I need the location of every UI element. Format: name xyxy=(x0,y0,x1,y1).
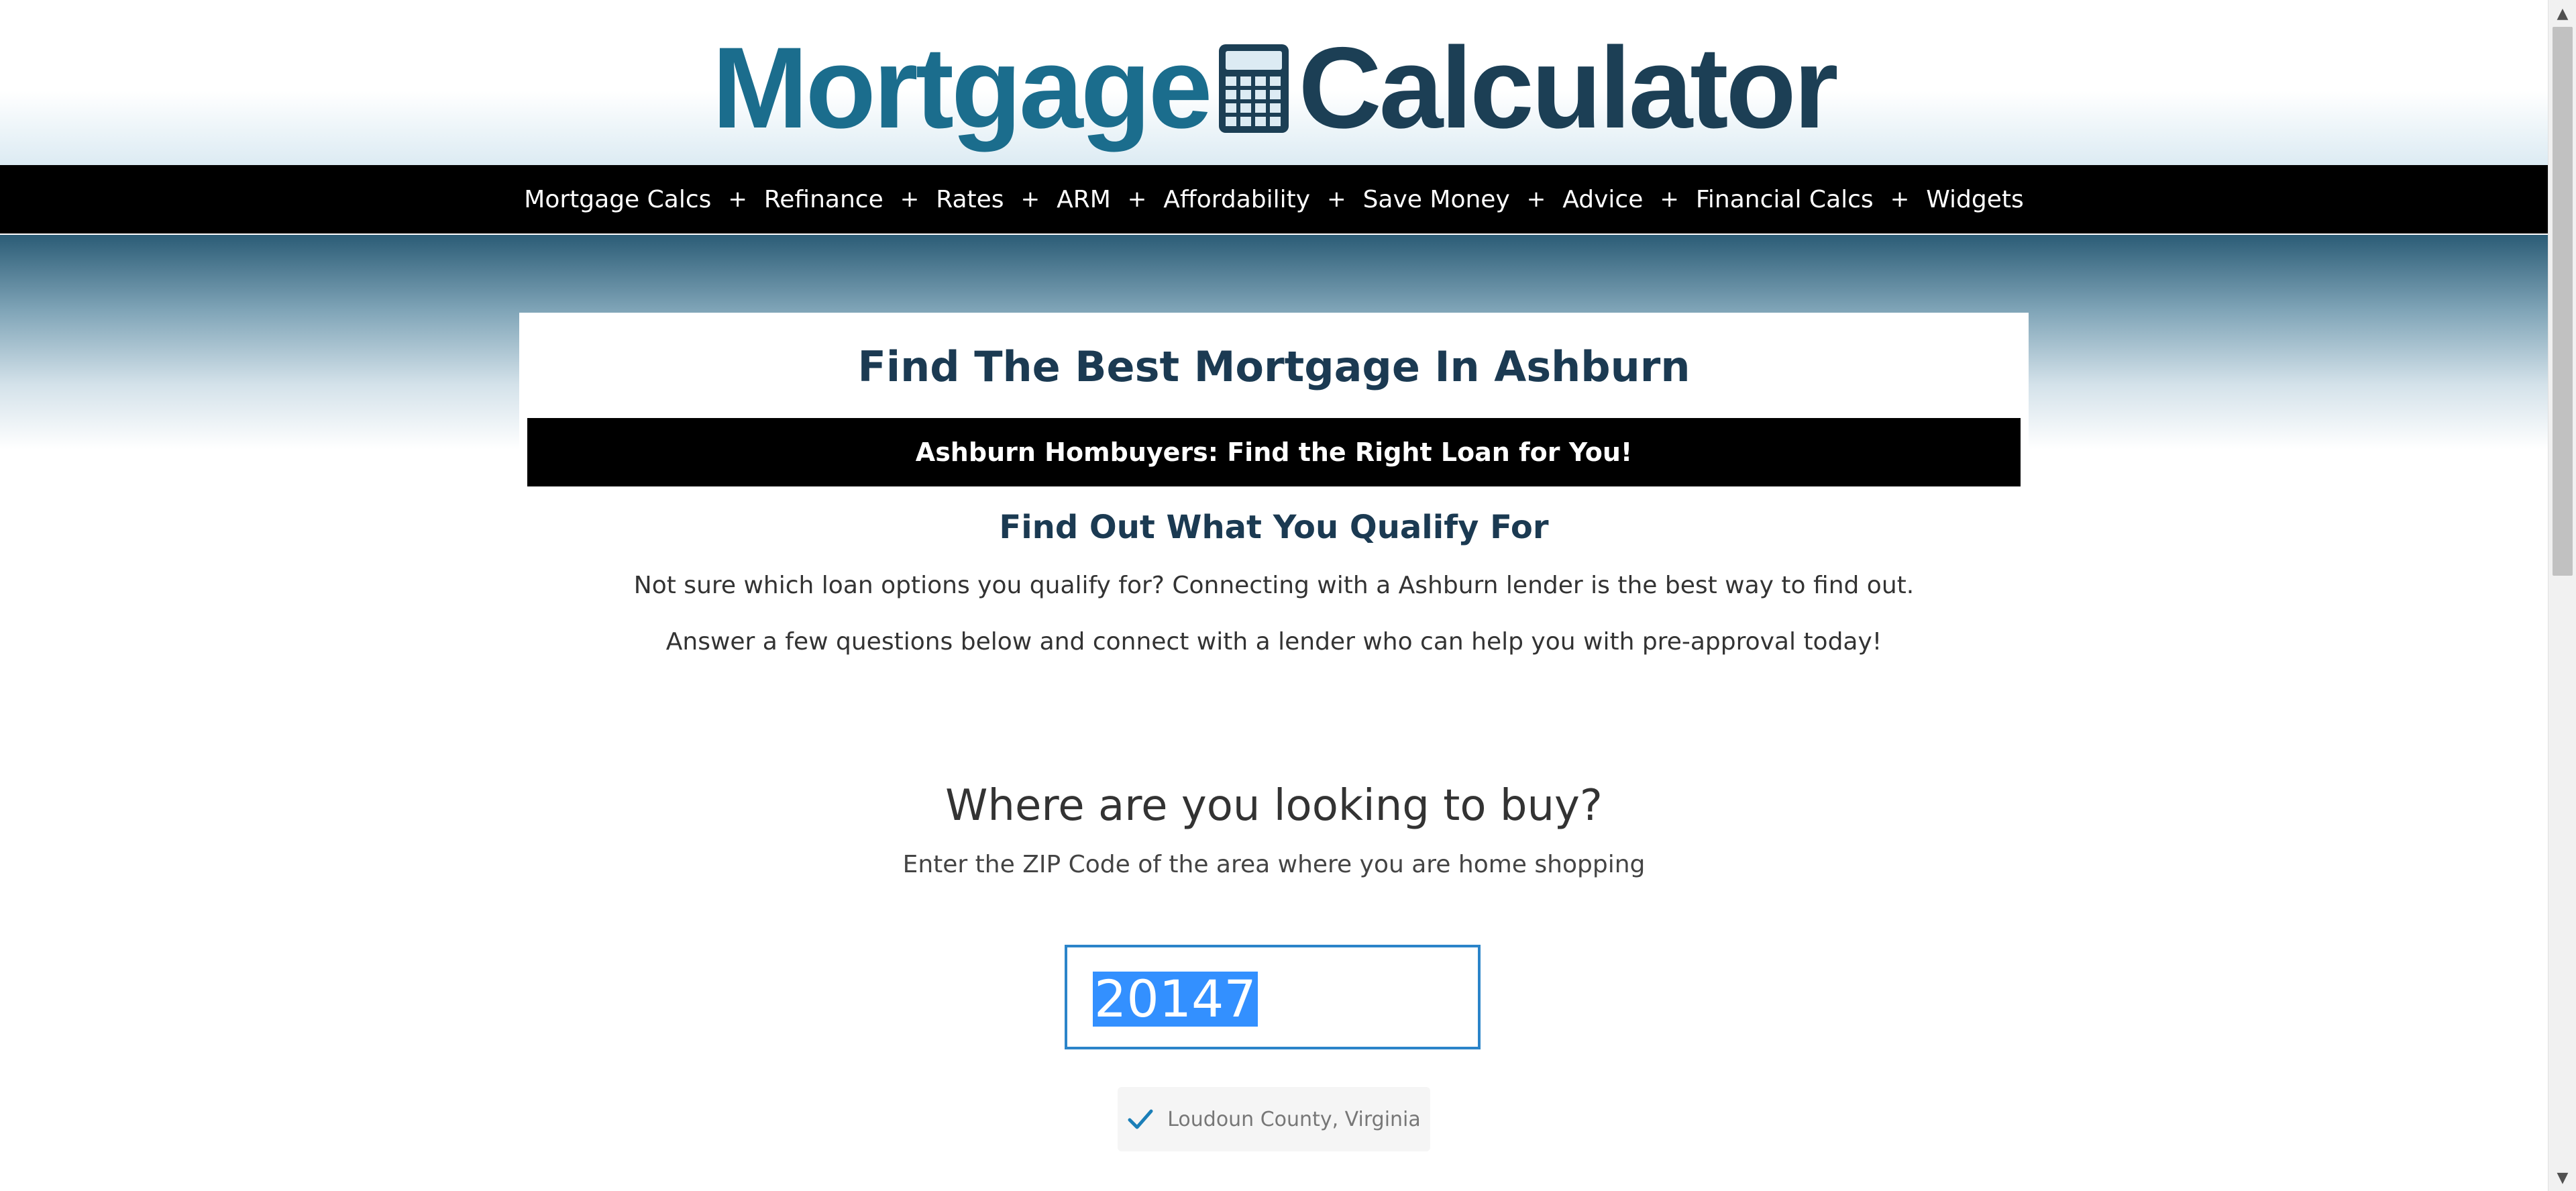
nav-expand-advice[interactable]: + xyxy=(1660,186,1679,213)
promo-banner: Ashburn Hombuyers: Find the Right Loan f… xyxy=(527,418,2021,486)
nav-item-save-money[interactable]: Save Money xyxy=(1363,186,1510,213)
vertical-scrollbar[interactable]: ▲ ▼ xyxy=(2548,0,2576,1191)
nav-item-financial-calcs[interactable]: Financial Calcs xyxy=(1696,186,1874,213)
nav-item-mortgage-calcs[interactable]: Mortgage Calcs xyxy=(524,186,711,213)
scroll-up-arrow-icon[interactable]: ▲ xyxy=(2548,0,2576,27)
logo-word-mortgage: Mortgage xyxy=(712,23,1212,152)
nav-expand-refinance[interactable]: + xyxy=(900,186,920,213)
nav-expand-mortgage-calcs[interactable]: + xyxy=(728,186,747,213)
nav-expand-save-money[interactable]: + xyxy=(1527,186,1546,213)
zip-question-heading: Where are you looking to buy? xyxy=(945,781,1603,831)
site-logo[interactable]: Mortgage Calculator xyxy=(0,23,2548,152)
logo-word-calculator: Calculator xyxy=(1298,23,1838,152)
county-name: Loudoun County, Virginia xyxy=(1167,1107,1421,1131)
page-title: Find The Best Mortgage In Ashburn xyxy=(857,342,1690,391)
checkmark-icon xyxy=(1127,1106,1154,1133)
nav-expand-arm[interactable]: + xyxy=(1128,186,1147,213)
nav-expand-rates[interactable]: + xyxy=(1021,186,1040,213)
calculator-icon xyxy=(1218,37,1290,133)
content-card: Find The Best Mortgage In Ashburn Ashbur… xyxy=(519,313,2029,1191)
intro-paragraph: Not sure which loan options you qualify … xyxy=(633,572,1915,599)
nav-item-widgets[interactable]: Widgets xyxy=(1926,186,2024,213)
nav-item-arm[interactable]: ARM xyxy=(1057,186,1111,213)
nav-item-affordability[interactable]: Affordability xyxy=(1163,186,1310,213)
scrollbar-thumb[interactable] xyxy=(2553,27,2573,576)
nav-item-refinance[interactable]: Refinance xyxy=(764,186,883,213)
page: Mortgage Calculator Mortgage Calcs + Ref… xyxy=(0,0,2548,1191)
nav-item-rates[interactable]: Rates xyxy=(936,186,1004,213)
scroll-down-arrow-icon[interactable]: ▼ xyxy=(2548,1164,2576,1191)
nav-item-advice[interactable]: Advice xyxy=(1562,186,1643,213)
main-nav: Mortgage Calcs + Refinance + Rates + ARM… xyxy=(0,165,2548,235)
section-heading: Find Out What You Qualify For xyxy=(999,509,1549,546)
nav-expand-financial-calcs[interactable]: + xyxy=(1890,186,1910,213)
county-result-badge: Loudoun County, Virginia xyxy=(1118,1087,1430,1151)
nav-expand-affordability[interactable]: + xyxy=(1327,186,1346,213)
zip-question-hint: Enter the ZIP Code of the area where you… xyxy=(902,851,1646,878)
zip-input[interactable]: 20147 xyxy=(1065,945,1481,1049)
instruction-paragraph: Answer a few questions below and connect… xyxy=(665,628,1882,656)
site-header: Mortgage Calculator xyxy=(0,0,2548,165)
zip-input-value: 20147 xyxy=(1093,969,1258,1029)
